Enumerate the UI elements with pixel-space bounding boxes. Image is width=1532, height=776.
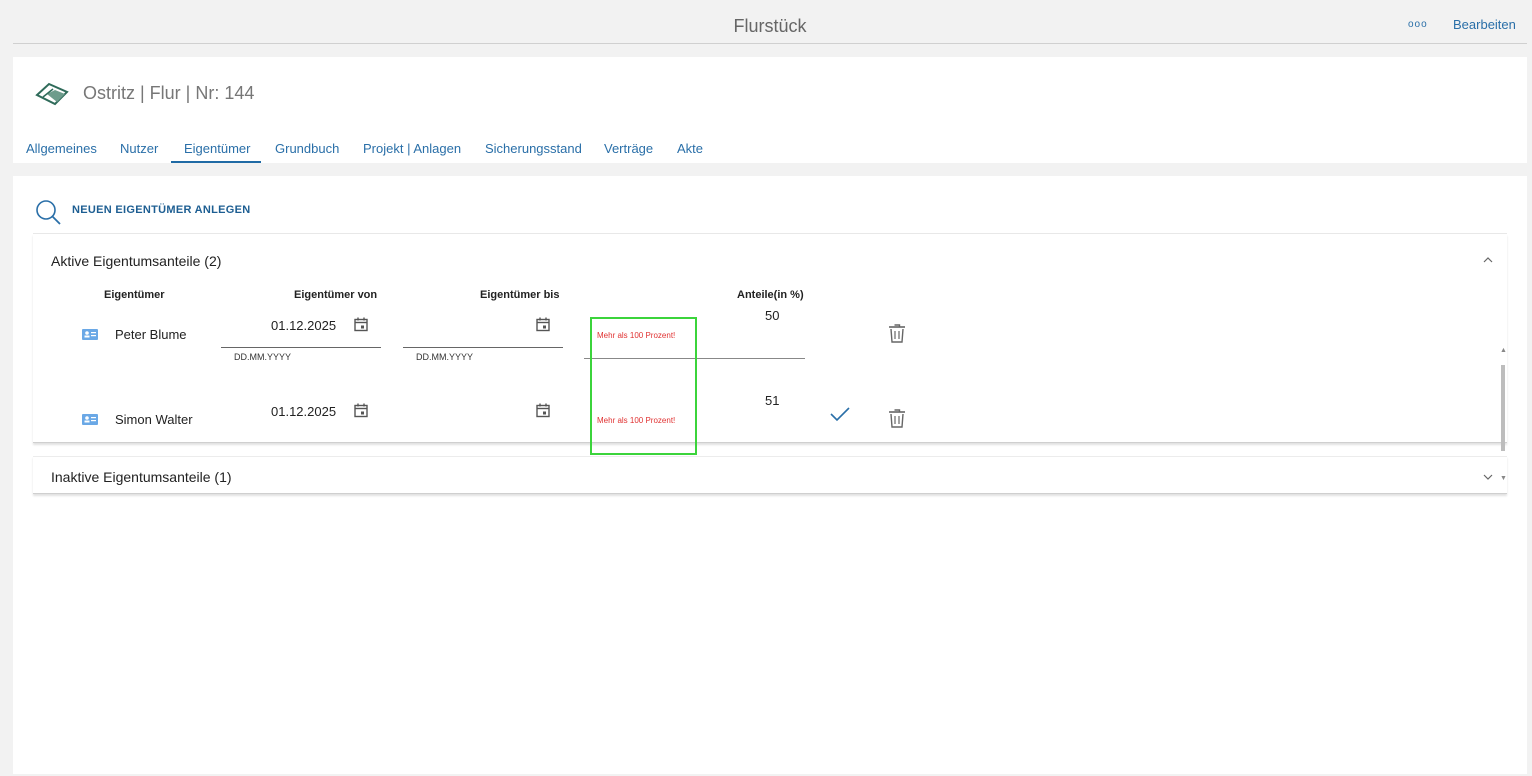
tab-allgemeines[interactable]: Allgemeines <box>26 141 97 156</box>
share-error-message: Mehr als 100 Prozent! <box>597 416 676 425</box>
column-header-from: Eigentümer von <box>294 289 378 301</box>
column-header-share: Anteile(in %) <box>737 289 804 301</box>
tab-akte[interactable]: Akte <box>677 141 703 156</box>
contact-card-icon <box>82 329 98 340</box>
trash-icon[interactable] <box>888 408 906 428</box>
page-title: Flurstück <box>733 16 807 36</box>
check-icon[interactable] <box>829 406 851 422</box>
to-date-underline <box>403 347 563 348</box>
date-format-hint: DD.MM.YYYY <box>234 352 292 362</box>
inactive-shares-panel[interactable]: Inaktive Eigentumsanteile (1) <box>33 456 1507 494</box>
parcel-map-icon <box>35 82 69 106</box>
calendar-icon[interactable] <box>536 403 550 418</box>
tab-projekt-anlagen[interactable]: Projekt | Anlagen <box>363 141 461 156</box>
share-underline <box>584 358 805 359</box>
parcel-title: Ostritz | Flur | Nr: 144 <box>83 83 255 103</box>
tab-sicherungsstand[interactable]: Sicherungsstand <box>485 141 582 156</box>
scroll-up-arrow[interactable]: ▲ <box>1500 347 1507 354</box>
date-format-hint: DD.MM.YYYY <box>416 352 474 362</box>
edit-button[interactable]: Bearbeiten <box>1453 17 1516 32</box>
owner-name: Peter Blume <box>115 327 187 342</box>
owner-from-date-input[interactable]: 01.12.2025 <box>271 318 336 333</box>
more-options-button[interactable]: ooo <box>1408 19 1428 30</box>
active-shares-panel: Aktive Eigentumsanteile (2) Eigentümer E… <box>33 234 1507 482</box>
calendar-icon[interactable] <box>354 403 368 418</box>
column-header-to: Eigentümer bis <box>480 289 560 301</box>
calendar-icon[interactable] <box>536 317 550 332</box>
chevron-down-icon[interactable] <box>1483 472 1493 482</box>
column-header-owner: Eigentümer <box>104 289 165 301</box>
tab-grundbuch[interactable]: Grundbuch <box>275 141 339 156</box>
contact-card-icon <box>82 414 98 425</box>
search-icon[interactable] <box>35 199 61 225</box>
parcel-header-card: Ostritz | Flur | Nr: 144 Allgemeines Nut… <box>13 57 1527 163</box>
tab-nutzer[interactable]: Nutzer <box>120 141 158 156</box>
tab-vertraege[interactable]: Verträge <box>604 141 653 156</box>
owner-from-date-input[interactable]: 01.12.2025 <box>271 404 336 419</box>
trash-icon[interactable] <box>888 323 906 343</box>
calendar-icon[interactable] <box>354 317 368 332</box>
share-error-message: Mehr als 100 Prozent! <box>597 331 676 340</box>
share-input[interactable]: 51 <box>765 393 779 408</box>
new-owner-button[interactable]: NEUEN EIGENTÜMER ANLEGEN <box>72 204 251 216</box>
top-bar: Flurstück ooo Bearbeiten <box>13 0 1527 44</box>
from-date-underline <box>221 347 381 348</box>
tab-eigentuemer[interactable]: Eigentümer <box>184 141 250 156</box>
inactive-shares-title[interactable]: Inaktive Eigentumsanteile (1) <box>51 469 232 485</box>
active-shares-title[interactable]: Aktive Eigentumsanteile (2) <box>51 253 221 269</box>
owner-name: Simon Walter <box>115 412 193 427</box>
owners-card: NEUEN EIGENTÜMER ANLEGEN Aktive Eigentum… <box>13 176 1527 774</box>
scrollbar-thumb[interactable] <box>1501 365 1505 451</box>
chevron-up-icon[interactable] <box>1483 255 1493 265</box>
share-input[interactable]: 50 <box>765 308 779 323</box>
active-tab-indicator <box>171 161 261 163</box>
